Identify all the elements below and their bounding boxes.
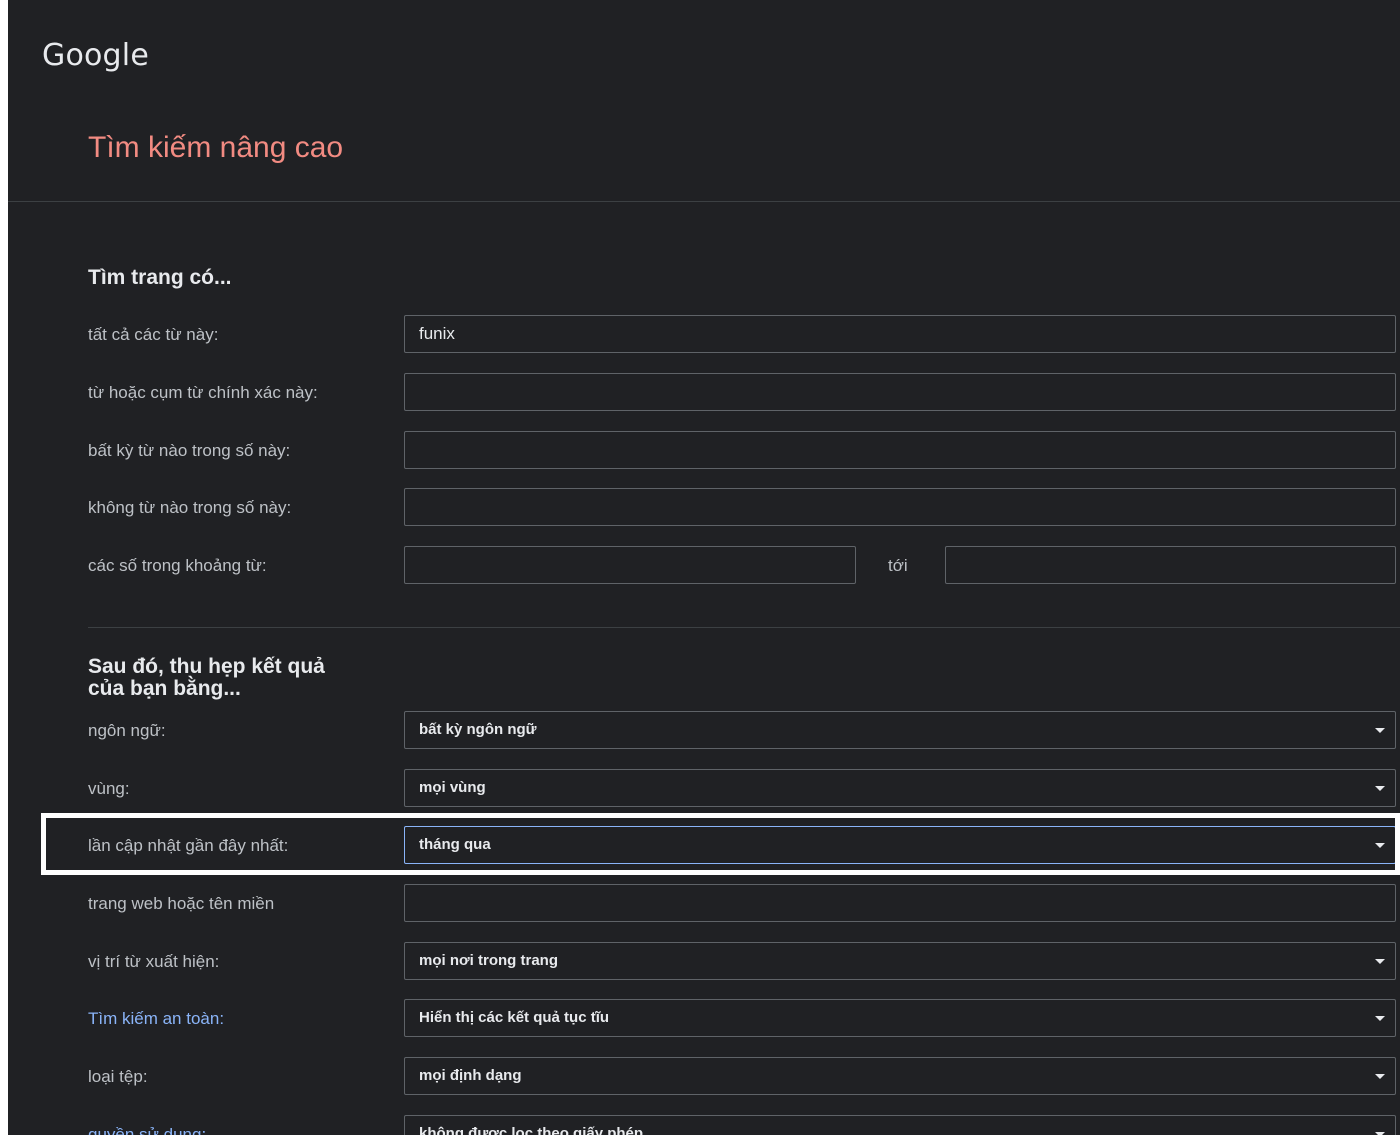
number-range-from-input[interactable] xyxy=(405,547,855,583)
exact-phrase-label: từ hoặc cụm từ chính xác này: xyxy=(88,383,318,402)
exact-phrase-input[interactable] xyxy=(405,374,1395,410)
find-pages-heading: Tìm trang có... xyxy=(88,266,232,289)
language-select-value: bất kỳ ngôn ngữ xyxy=(419,721,537,738)
usage-rights-select-value: không được lọc theo giấy phép xyxy=(419,1125,644,1135)
terms-appearing-select-value: mọi nơi trong trang xyxy=(419,952,558,969)
number-range-from-box xyxy=(404,546,856,584)
language-label: ngôn ngữ: xyxy=(88,721,166,740)
section-divider xyxy=(88,627,1400,628)
all-words-field-box xyxy=(404,315,1396,353)
any-words-label: bất kỳ từ nào trong số này: xyxy=(88,441,291,460)
safesearch-select[interactable]: Hiển thị các kết quả tục tĩu xyxy=(404,999,1396,1037)
terms-appearing-row: vị trí từ xuất hiện: mọi nơi trong trang xyxy=(8,942,1400,982)
region-label: vùng: xyxy=(88,779,130,798)
page-title: Tìm kiếm nâng cao xyxy=(88,131,344,164)
none-words-input[interactable] xyxy=(405,489,1395,525)
all-words-label: tất cả các từ này: xyxy=(88,325,219,344)
language-select[interactable]: bất kỳ ngôn ngữ xyxy=(404,711,1396,749)
all-words-input[interactable] xyxy=(405,316,1395,352)
region-row: vùng: mọi vùng xyxy=(8,769,1400,809)
file-type-select-value: mọi định dạng xyxy=(419,1067,522,1084)
number-range-row: các số trong khoảng từ: tới xyxy=(8,546,1400,586)
usage-rights-select[interactable]: không được lọc theo giấy phép xyxy=(404,1115,1396,1135)
terms-appearing-label: vị trí từ xuất hiện: xyxy=(88,952,220,971)
language-row: ngôn ngữ: bất kỳ ngôn ngữ xyxy=(8,711,1400,751)
last-update-select[interactable]: tháng qua xyxy=(404,826,1396,864)
header-divider xyxy=(8,201,1400,202)
all-words-row: tất cả các từ này: xyxy=(8,315,1400,355)
any-words-input[interactable] xyxy=(405,432,1395,468)
none-words-row: không từ nào trong số này: xyxy=(8,488,1400,528)
site-domain-field-box xyxy=(404,884,1396,922)
number-range-label: các số trong khoảng từ: xyxy=(88,556,267,575)
file-type-row: loại tệp: mọi định dạng xyxy=(8,1057,1400,1097)
terms-appearing-select[interactable]: mọi nơi trong trang xyxy=(404,942,1396,980)
site-domain-row: trang web hoặc tên miền xyxy=(8,884,1400,924)
caret-down-icon xyxy=(1375,959,1385,964)
file-type-select[interactable]: mọi định dạng xyxy=(404,1057,1396,1095)
number-range-to-input[interactable] xyxy=(946,547,1395,583)
caret-down-icon xyxy=(1375,1016,1385,1021)
last-update-label: lần cập nhật gần đây nhất: xyxy=(88,836,289,855)
caret-down-icon xyxy=(1375,728,1385,733)
usage-rights-row: quyền sử dụng: không được lọc theo giấy … xyxy=(8,1115,1400,1135)
none-words-field-box xyxy=(404,488,1396,526)
caret-down-icon xyxy=(1375,843,1385,848)
safesearch-link[interactable]: Tìm kiếm an toàn: xyxy=(88,999,224,1039)
number-range-to-box xyxy=(945,546,1396,584)
caret-down-icon xyxy=(1375,1074,1385,1079)
narrow-results-heading-line1: Sau đó, thu hẹp kết quả xyxy=(88,655,325,678)
safesearch-select-value: Hiển thị các kết quả tục tĩu xyxy=(419,1009,610,1026)
caret-down-icon xyxy=(1375,786,1385,791)
exact-phrase-field-box xyxy=(404,373,1396,411)
safesearch-row: Tìm kiếm an toàn: Hiển thị các kết quả t… xyxy=(8,999,1400,1039)
file-type-label: loại tệp: xyxy=(88,1067,148,1086)
google-logo[interactable]: Google xyxy=(42,38,149,73)
region-select-value: mọi vùng xyxy=(419,779,486,796)
last-update-row: lần cập nhật gần đây nhất: tháng qua xyxy=(8,826,1400,866)
region-select[interactable]: mọi vùng xyxy=(404,769,1396,807)
any-words-row: bất kỳ từ nào trong số này: xyxy=(8,431,1400,471)
site-domain-input[interactable] xyxy=(405,885,1395,921)
any-words-field-box xyxy=(404,431,1396,469)
none-words-label: không từ nào trong số này: xyxy=(88,498,292,517)
exact-phrase-row: từ hoặc cụm từ chính xác này: xyxy=(8,373,1400,413)
last-update-select-value: tháng qua xyxy=(419,836,491,853)
site-domain-label: trang web hoặc tên miền xyxy=(88,894,275,913)
narrow-results-heading: Sau đó, thu hẹp kết quả của bạn bằng... xyxy=(88,656,325,700)
number-range-to-label: tới xyxy=(888,556,908,575)
narrow-results-heading-line2: của bạn bằng... xyxy=(88,677,241,700)
usage-rights-link[interactable]: quyền sử dụng: xyxy=(88,1115,206,1135)
advanced-search-page: Google Tìm kiếm nâng cao Tìm trang có...… xyxy=(8,0,1400,1135)
